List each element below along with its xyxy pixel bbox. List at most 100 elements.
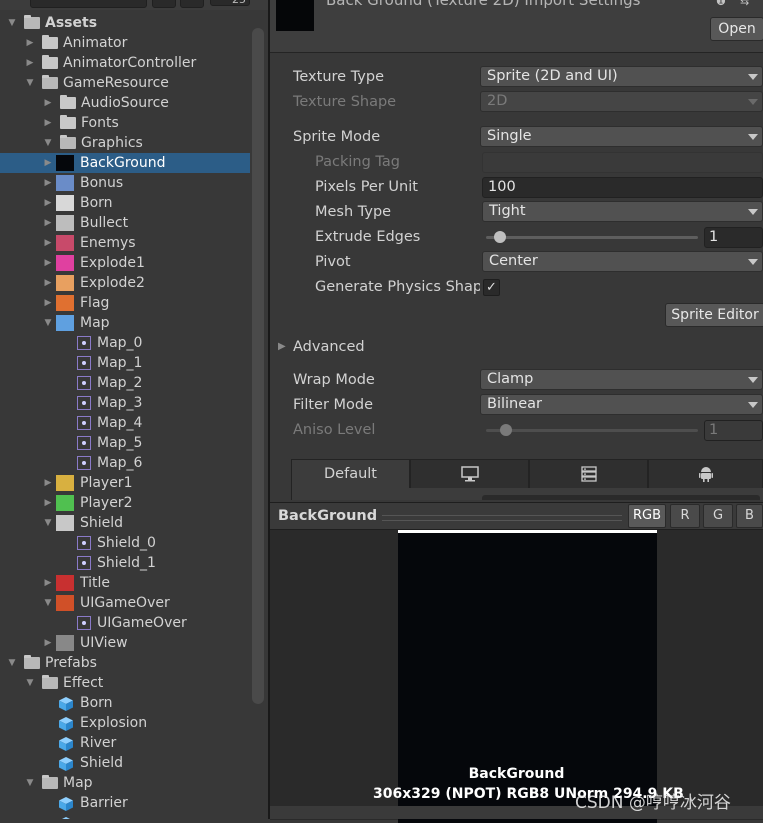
- tab-android[interactable]: [648, 459, 763, 489]
- asset-item[interactable]: ▶ UIView: [0, 633, 250, 653]
- extrude-edges-slider[interactable]: [486, 231, 698, 243]
- chevron-right-icon[interactable]: ▶: [43, 113, 53, 133]
- chevron-down-icon[interactable]: ▼: [7, 653, 17, 673]
- chevron-right-icon[interactable]: ▶: [43, 473, 53, 493]
- chevron-down-icon[interactable]: ▼: [43, 313, 53, 333]
- sub-asset-item[interactable]: Map_6: [0, 453, 250, 473]
- sub-asset-item[interactable]: Map_1: [0, 353, 250, 373]
- folder-item[interactable]: ▼ GameResource: [0, 73, 250, 93]
- project-scrollbar[interactable]: [252, 28, 264, 704]
- asset-item[interactable]: ▶ Born: [0, 193, 250, 213]
- chevron-right-icon[interactable]: ▶: [43, 233, 53, 253]
- asset-item[interactable]: ▶ Title: [0, 573, 250, 593]
- texture-type-dropdown[interactable]: Sprite (2D and UI): [480, 66, 763, 87]
- wrap-mode-dropdown[interactable]: Clamp: [480, 369, 763, 390]
- chevron-right-icon[interactable]: ▶: [43, 173, 53, 193]
- prefab-item[interactable]: Explosion: [0, 713, 250, 733]
- folder-item[interactable]: ▼ Map: [0, 773, 250, 793]
- channel-g-button[interactable]: G: [703, 504, 733, 528]
- prefab-item[interactable]: Shield: [0, 753, 250, 773]
- sub-asset-item[interactable]: UIGameOver: [0, 613, 250, 633]
- sub-asset-item[interactable]: Map_3: [0, 393, 250, 413]
- asset-item[interactable]: ▶ Player1: [0, 473, 250, 493]
- search-input[interactable]: [30, 0, 147, 8]
- asset-item[interactable]: ▶ BackGround: [0, 153, 250, 173]
- folder-item[interactable]: ▶ AnimatorController: [0, 53, 250, 73]
- asset-item[interactable]: ▶ Bonus: [0, 173, 250, 193]
- pivot-dropdown[interactable]: Center: [482, 251, 763, 272]
- chevron-right-icon[interactable]: ▶: [43, 493, 53, 513]
- chevron-down-icon[interactable]: ▼: [7, 13, 17, 33]
- chevron-right-icon[interactable]: ▶: [278, 341, 286, 352]
- chevron-down-icon[interactable]: ▼: [43, 133, 53, 153]
- tab-server[interactable]: [529, 459, 648, 489]
- chevron-right-icon[interactable]: ▶: [25, 53, 35, 73]
- sprite-mode-dropdown[interactable]: Single: [480, 126, 763, 147]
- folder-item[interactable]: ▶ Fonts: [0, 113, 250, 133]
- chevron-right-icon[interactable]: ▶: [43, 293, 53, 313]
- chevron-down-icon[interactable]: ▼: [43, 513, 53, 533]
- tab-default[interactable]: Default: [291, 459, 410, 489]
- chevron-down-icon[interactable]: ▼: [25, 773, 35, 793]
- chevron-right-icon[interactable]: ▶: [43, 153, 53, 173]
- open-button[interactable]: Open: [710, 17, 763, 41]
- asset-item[interactable]: ▼ Map: [0, 313, 250, 333]
- chevron-right-icon[interactable]: ▶: [43, 253, 53, 273]
- sprite-editor-button[interactable]: Sprite Editor: [665, 303, 763, 327]
- channel-b-button[interactable]: B: [736, 504, 763, 528]
- filter-by-type-button[interactable]: [152, 0, 176, 8]
- asset-item[interactable]: ▶ Bullect: [0, 213, 250, 233]
- channel-r-button[interactable]: R: [670, 504, 700, 528]
- asset-item[interactable]: ▶ Explode2: [0, 273, 250, 293]
- asset-item[interactable]: ▼ UIGameOver: [0, 593, 250, 613]
- chevron-right-icon[interactable]: ▶: [43, 273, 53, 293]
- preview-header[interactable]: BackGround RGB R G B: [270, 503, 763, 530]
- chevron-right-icon[interactable]: ▶: [43, 573, 53, 593]
- channel-rgb-button[interactable]: RGB: [628, 504, 666, 528]
- sub-asset-item[interactable]: Shield_0: [0, 533, 250, 553]
- asset-item[interactable]: ▼ Shield: [0, 513, 250, 533]
- sub-asset-item[interactable]: Map_2: [0, 373, 250, 393]
- sub-asset-item[interactable]: Map_5: [0, 433, 250, 453]
- filter-by-label-button[interactable]: [180, 0, 204, 8]
- slider-thumb[interactable]: [494, 231, 506, 243]
- pixels-per-unit-field[interactable]: 100: [482, 177, 763, 198]
- chevron-right-icon[interactable]: ▶: [43, 193, 53, 213]
- sub-asset-item[interactable]: Map_0: [0, 333, 250, 353]
- filter-mode-dropdown[interactable]: Bilinear: [480, 394, 763, 415]
- chevron-down-icon[interactable]: ▼: [43, 593, 53, 613]
- tree-item-label: Map_5: [97, 435, 143, 451]
- mesh-type-dropdown[interactable]: Tight: [482, 201, 763, 222]
- prefab-item[interactable]: Born: [0, 693, 250, 713]
- chevron-right-icon[interactable]: ▶: [43, 213, 53, 233]
- asset-item[interactable]: ▶ Explode1: [0, 253, 250, 273]
- sub-asset-item[interactable]: Map_4: [0, 413, 250, 433]
- folder-item[interactable]: ▼ Effect: [0, 673, 250, 693]
- chevron-right-icon[interactable]: ▶: [43, 633, 53, 653]
- folder-item[interactable]: ▼ Prefabs: [0, 653, 250, 673]
- chevron-down-icon[interactable]: ▼: [25, 673, 35, 693]
- sub-asset-item[interactable]: Shield_1: [0, 553, 250, 573]
- info-icon[interactable]: ❶: [716, 0, 726, 8]
- chevron-down-icon[interactable]: ▼: [25, 73, 35, 93]
- tab-standalone[interactable]: [410, 459, 529, 489]
- folder-item[interactable]: ▶ Animator: [0, 33, 250, 53]
- advanced-foldout[interactable]: Advanced: [293, 339, 365, 355]
- asset-item[interactable]: ▶ Flag: [0, 293, 250, 313]
- folder-item[interactable]: ▼ Assets: [0, 13, 250, 33]
- chevron-right-icon[interactable]: ▶: [25, 33, 35, 53]
- chevron-right-icon[interactable]: ▶: [43, 93, 53, 113]
- prefab-item[interactable]: [0, 813, 250, 819]
- hidden-packages-count[interactable]: 25: [210, 0, 250, 6]
- prefab-item[interactable]: River: [0, 733, 250, 753]
- more-icon[interactable]: ⇆: [740, 0, 749, 8]
- prefab-item[interactable]: Barrier: [0, 793, 250, 813]
- generate-physics-shape-checkbox[interactable]: ✓: [483, 279, 500, 296]
- max-size-dropdown[interactable]: [482, 495, 760, 500]
- asset-item[interactable]: ▶ Enemys: [0, 233, 250, 253]
- drag-handle[interactable]: [382, 515, 622, 521]
- extrude-edges-field[interactable]: 1: [704, 227, 763, 248]
- asset-item[interactable]: ▶ Player2: [0, 493, 250, 513]
- folder-item[interactable]: ▶ AudioSource: [0, 93, 250, 113]
- folder-item[interactable]: ▼ Graphics: [0, 133, 250, 153]
